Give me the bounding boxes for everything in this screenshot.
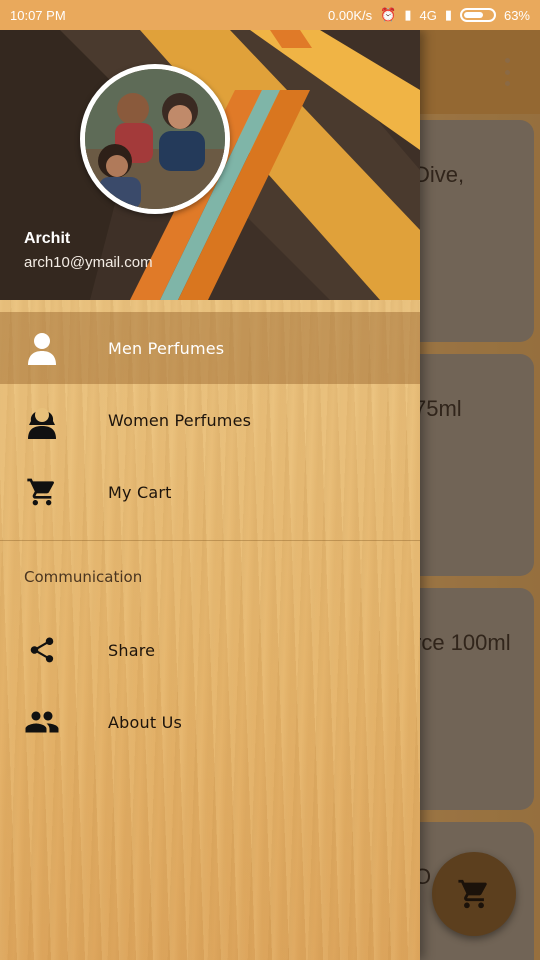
signal-icon-2: ▮: [444, 7, 452, 22]
user-name: Archit: [24, 230, 71, 247]
nav-item-men-perfumes[interactable]: Men Perfumes: [0, 312, 420, 384]
nav-item-share[interactable]: Share: [0, 614, 420, 686]
nav-item-label: About Us: [108, 712, 183, 732]
woman-icon: [24, 402, 60, 439]
nav-item-my-cart[interactable]: My Cart: [0, 456, 420, 528]
nav-item-label: Women Perfumes: [108, 410, 252, 430]
cart-fab-button[interactable]: [432, 852, 516, 936]
profile-photo: [85, 69, 225, 209]
status-icons: 0.00K/s ⏰ ▮ 4G ▮ 63%: [328, 7, 530, 23]
network-type: 4G: [419, 7, 437, 23]
drawer-header: Archit arch10@ymail.com: [0, 30, 420, 300]
nav-item-women-perfumes[interactable]: Women Perfumes: [0, 384, 420, 456]
status-bar: 10:07 PM 0.00K/s ⏰ ▮ 4G ▮ 63%: [0, 0, 540, 30]
nav-item-label: Share: [108, 640, 156, 660]
profile-avatar[interactable]: [80, 64, 230, 214]
alarm-icon: ⏰: [380, 7, 397, 22]
section-title-communication: Communication: [24, 568, 143, 586]
nav-item-label: Men Perfumes: [108, 338, 225, 358]
navigation-drawer: Archit arch10@ymail.com Men Perfumes Wom…: [0, 30, 420, 960]
cart-icon: [24, 474, 60, 510]
cart-icon: [458, 879, 487, 909]
status-time: 10:07 PM: [10, 7, 66, 23]
group-icon: [24, 704, 60, 740]
signal-icon: ▮: [404, 7, 412, 22]
battery-icon: [459, 8, 496, 22]
network-speed: 0.00K/s: [328, 7, 373, 23]
nav-item-label: My Cart: [108, 482, 172, 502]
overflow-menu-icon[interactable]: [502, 58, 512, 86]
nav-item-about-us[interactable]: About Us: [0, 686, 420, 758]
share-icon: [24, 632, 60, 668]
menu-divider: [0, 540, 420, 541]
battery-level: 63%: [503, 7, 530, 23]
user-email: arch10@ymail.com: [24, 254, 153, 271]
man-icon: [24, 330, 60, 366]
